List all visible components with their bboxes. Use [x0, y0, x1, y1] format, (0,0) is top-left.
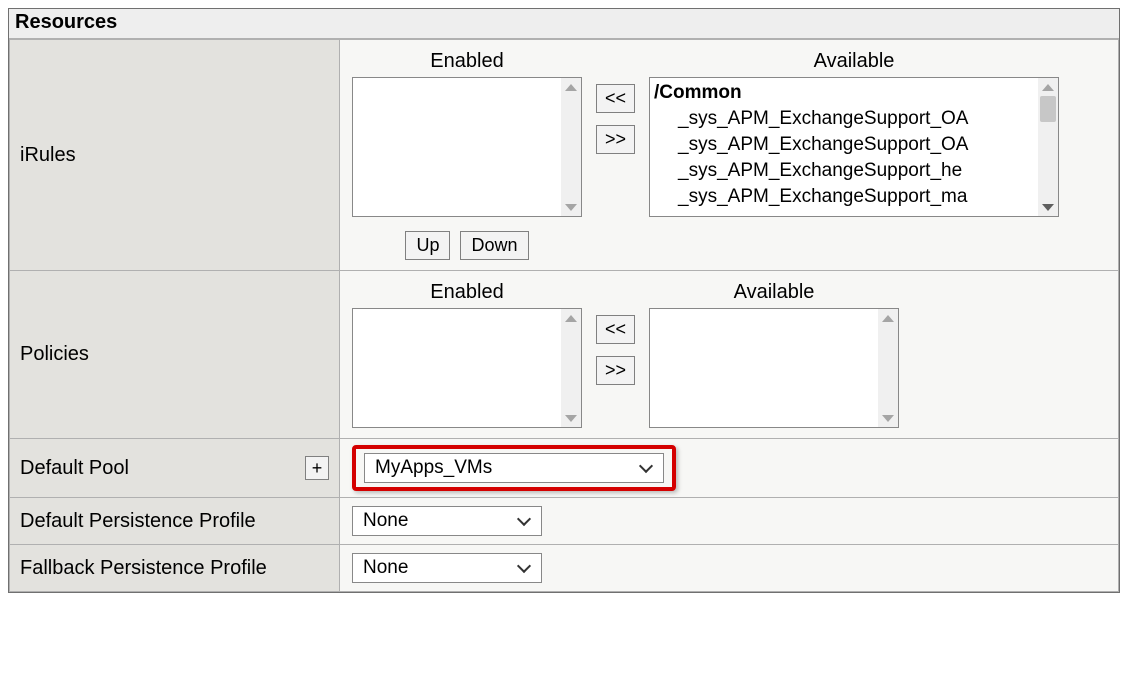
- fallback-persistence-label: Fallback Persistence Profile: [10, 545, 340, 592]
- irules-move-left-button[interactable]: <<: [596, 84, 635, 113]
- scroll-up-icon: [565, 315, 577, 322]
- irules-available-col: Available /Common _sys_APM_ExchangeSuppo…: [649, 50, 1059, 217]
- fallback-persistence-value: None: [363, 557, 408, 579]
- policies-enabled-col: Enabled: [352, 281, 582, 428]
- policies-label: Policies: [10, 271, 340, 439]
- policies-move-right-button[interactable]: >>: [596, 356, 635, 385]
- irules-down-button[interactable]: Down: [460, 231, 528, 260]
- irules-cell: Enabled Up Down: [340, 40, 1119, 271]
- irules-available-listbox[interactable]: /Common _sys_APM_ExchangeSupport_OA _sys…: [649, 77, 1059, 217]
- scrollbar[interactable]: [561, 309, 581, 427]
- irules-available-header: Available: [814, 50, 895, 73]
- policies-move-left-button[interactable]: <<: [596, 315, 635, 344]
- scrollbar[interactable]: [878, 309, 898, 427]
- default-pool-highlight: MyApps_VMs: [352, 445, 676, 491]
- irules-move-right-button[interactable]: >>: [596, 125, 635, 154]
- irules-enabled-header: Enabled: [430, 50, 503, 73]
- scroll-down-icon: [1042, 204, 1054, 211]
- chevron-down-icon: [523, 516, 533, 526]
- irules-enabled-listbox[interactable]: [352, 77, 582, 217]
- scroll-down-icon: [882, 415, 894, 422]
- default-pool-select[interactable]: MyApps_VMs: [364, 453, 664, 483]
- default-pool-label-cell: Default Pool +: [10, 439, 340, 498]
- default-pool-value: MyApps_VMs: [375, 457, 492, 479]
- chevron-down-icon: [523, 563, 533, 573]
- scroll-thumb[interactable]: [1040, 96, 1056, 122]
- scroll-down-icon: [565, 415, 577, 422]
- panel-title: Resources: [9, 9, 1119, 39]
- policies-available-col: Available: [649, 281, 899, 428]
- irules-available-group: /Common: [654, 80, 1054, 106]
- irules-label: iRules: [10, 40, 340, 271]
- scroll-up-icon: [882, 315, 894, 322]
- list-item[interactable]: _sys_APM_ExchangeSupport_ma: [654, 184, 1054, 210]
- default-persistence-label: Default Persistence Profile: [10, 498, 340, 545]
- default-pool-label: Default Pool: [20, 457, 129, 480]
- list-item[interactable]: _sys_APM_ExchangeSupport_he: [654, 158, 1054, 184]
- policies-enabled-header: Enabled: [430, 281, 503, 304]
- default-pool-add-button[interactable]: +: [305, 456, 329, 480]
- fallback-persistence-cell: None: [340, 545, 1119, 592]
- list-item[interactable]: _sys_APM_ExchangeSupport_OA: [654, 132, 1054, 158]
- scroll-up-icon: [565, 84, 577, 91]
- irules-enabled-col: Enabled Up Down: [352, 50, 582, 260]
- scrollbar[interactable]: [561, 78, 581, 216]
- policies-dual-list: Enabled <<: [352, 281, 1106, 428]
- irules-up-button[interactable]: Up: [405, 231, 450, 260]
- policies-available-header: Available: [734, 281, 815, 304]
- resources-table: iRules Enabled: [9, 39, 1119, 592]
- policies-mover-col: << >>: [596, 281, 635, 385]
- policies-cell: Enabled <<: [340, 271, 1119, 439]
- policies-available-listbox[interactable]: [649, 308, 899, 428]
- default-pool-cell: MyApps_VMs: [340, 439, 1119, 498]
- irules-mover-col: << >>: [596, 50, 635, 154]
- scroll-up-icon: [1042, 84, 1054, 91]
- scrollbar[interactable]: [1038, 78, 1058, 216]
- default-persistence-cell: None: [340, 498, 1119, 545]
- irules-dual-list: Enabled Up Down: [352, 50, 1106, 260]
- scroll-down-icon: [565, 204, 577, 211]
- policies-enabled-listbox[interactable]: [352, 308, 582, 428]
- irules-updown-row: Up Down: [405, 231, 528, 260]
- list-item[interactable]: _sys_APM_ExchangeSupport_OA: [654, 106, 1054, 132]
- default-persistence-select[interactable]: None: [352, 506, 542, 536]
- default-persistence-value: None: [363, 510, 408, 532]
- chevron-down-icon: [645, 463, 655, 473]
- fallback-persistence-select[interactable]: None: [352, 553, 542, 583]
- resources-panel: Resources iRules Enabled: [8, 8, 1120, 593]
